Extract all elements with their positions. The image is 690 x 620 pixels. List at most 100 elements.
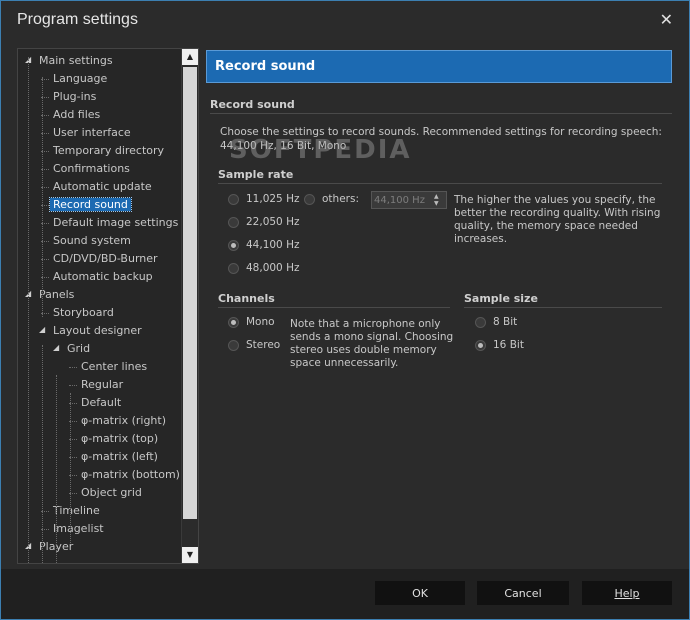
tree-item-label: φ-matrix (left) <box>81 450 158 463</box>
tree-item-label: CD/DVD/BD-Burner <box>53 252 158 265</box>
channels-hint-1: Note that a microphone only <box>290 318 441 330</box>
sample-rate-divider <box>218 183 662 184</box>
tree-item[interactable]: Sound system <box>50 233 134 250</box>
tree-item-label: Default <box>81 396 122 409</box>
tree-connector <box>42 345 43 563</box>
tree-item[interactable]: Automatic backup <box>50 269 156 286</box>
radio-44100[interactable] <box>228 240 239 251</box>
radio-8bit[interactable] <box>475 317 486 328</box>
tree-item[interactable]: Main settings <box>36 53 116 70</box>
radio-others-label: others: <box>322 193 359 205</box>
tree-item[interactable]: Grid <box>64 341 93 358</box>
tree-item[interactable]: CD/DVD/BD-Burner <box>50 251 161 268</box>
channels-hint-4: space unnecessarily. <box>290 357 399 369</box>
tree-item[interactable]: Storyboard <box>50 305 117 322</box>
tree-item[interactable]: Language <box>50 71 110 88</box>
radio-stereo[interactable] <box>228 340 239 351</box>
help-button-label: Help <box>614 587 640 600</box>
tree-item-label: Timeline <box>53 504 100 517</box>
tree-connector <box>42 77 43 317</box>
tree-item[interactable]: Layout designer <box>50 323 145 340</box>
tree-connector <box>69 367 77 368</box>
tree-item[interactable]: φ-matrix (bottom) <box>78 467 181 484</box>
tree-connector <box>56 375 57 563</box>
tree-item-label: Automatic update <box>53 180 152 193</box>
scroll-thumb[interactable] <box>183 67 197 519</box>
tree-item[interactable]: Imagelist <box>50 521 107 538</box>
tree-item[interactable]: Record sound <box>49 197 132 214</box>
tree-item[interactable]: Temporary directory <box>50 143 167 160</box>
close-icon[interactable]: ✕ <box>660 10 673 29</box>
others-rate-input[interactable]: ▲▼ <box>371 191 447 209</box>
tree-item[interactable]: φ-matrix (right) <box>78 413 169 430</box>
radio-mono[interactable] <box>228 317 239 328</box>
tree-item-label: Language <box>53 72 108 85</box>
tree-item[interactable]: Automatic update <box>50 179 155 196</box>
program-settings-window: Program settings ✕ Main settings ◢ Languag… <box>0 0 690 620</box>
ok-button[interactable]: OK <box>375 581 465 605</box>
radio-11025-label: 11,025 Hz <box>246 193 300 205</box>
settings-content: Record sound Record sound Choose the set… <box>206 48 674 564</box>
tree-item[interactable]: Plug-ins <box>50 89 99 106</box>
tree-item-label: φ-matrix (bottom) <box>81 468 180 481</box>
tree-item-label: Grid <box>67 342 91 355</box>
section-divider <box>210 113 672 114</box>
channels-hint-2: sends a mono signal. Choosing <box>290 331 454 343</box>
tree-connector <box>28 57 29 563</box>
softpedia-watermark: SOFTPEDIA <box>229 135 412 165</box>
tree-connector <box>70 393 71 543</box>
sample-rate-hint-2: better the recording quality. With risin… <box>454 207 661 219</box>
tree-item[interactable]: Timeline <box>50 503 103 520</box>
tree-item[interactable]: Object grid <box>78 485 145 502</box>
expand-arrow-icon[interactable]: ◢ <box>39 325 45 334</box>
sample-rate-hint-1: The higher the values you specify, the <box>454 194 656 206</box>
page-title: Record sound <box>215 59 316 74</box>
radio-stereo-label: Stereo <box>246 339 281 351</box>
tree-item-label: Layout designer <box>53 324 142 337</box>
tree-item-label: Temporary directory <box>53 144 165 157</box>
radio-others[interactable] <box>304 194 315 205</box>
radio-11025[interactable] <box>228 194 239 205</box>
scroll-down-icon[interactable]: ▼ <box>182 547 198 563</box>
settings-tree: Main settings ◢ Language Plug-ins Add files U… <box>18 49 181 563</box>
expand-arrow-icon[interactable]: ◢ <box>53 343 59 352</box>
others-rate-field[interactable] <box>374 193 430 207</box>
channels-title: Channels <box>218 292 275 305</box>
tree-item[interactable]: φ-matrix (left) <box>78 449 161 466</box>
tree-item-label: Center lines <box>81 360 148 373</box>
cancel-button[interactable]: Cancel <box>477 581 569 605</box>
title-bar: Program settings ✕ <box>1 1 689 39</box>
tree-item[interactable]: Default image settings <box>50 215 181 232</box>
tree-item-label: Regular <box>81 378 124 391</box>
settings-tree-panel: Main settings ◢ Language Plug-ins Add files U… <box>17 48 199 564</box>
tree-item-label: Record sound <box>49 197 132 212</box>
sample-rate-title: Sample rate <box>218 168 294 181</box>
tree-item[interactable]: Default <box>78 395 124 412</box>
tree-item-label: φ-matrix (right) <box>81 414 167 427</box>
radio-44100-label: 44,100 Hz <box>246 239 300 251</box>
radio-48000-label: 48,000 Hz <box>246 262 300 274</box>
radio-48000[interactable] <box>228 263 239 274</box>
dialog-footer: OK Cancel Help <box>1 569 689 619</box>
tree-item[interactable]: User interface <box>50 125 134 142</box>
radio-8bit-label: 8 Bit <box>493 316 518 328</box>
radio-16bit[interactable] <box>475 340 486 351</box>
tree-item[interactable]: Regular <box>78 377 126 394</box>
tree-item-label: Automatic backup <box>53 270 153 283</box>
tree-item[interactable]: Center lines <box>78 359 150 376</box>
scroll-up-icon[interactable]: ▲ <box>182 49 198 65</box>
tree-item-label: Confirmations <box>53 162 130 175</box>
tree-item[interactable]: Confirmations <box>50 161 133 178</box>
tree-connector <box>69 385 77 386</box>
sample-size-divider <box>464 307 662 308</box>
radio-16bit-label: 16 Bit <box>493 339 524 351</box>
radio-22050-label: 22,050 Hz <box>246 216 300 228</box>
spin-arrows-icon[interactable]: ▲ ▼ <box>434 193 444 207</box>
tree-scrollbar[interactable]: ▲ ▼ <box>181 49 198 563</box>
tree-item[interactable]: φ-matrix (top) <box>78 431 161 448</box>
tree-item-label: Sound system <box>53 234 131 247</box>
tree-item-label: Main settings <box>39 54 113 67</box>
radio-22050[interactable] <box>228 217 239 228</box>
help-button[interactable]: Help <box>582 581 672 605</box>
tree-item[interactable]: Add files <box>50 107 103 124</box>
